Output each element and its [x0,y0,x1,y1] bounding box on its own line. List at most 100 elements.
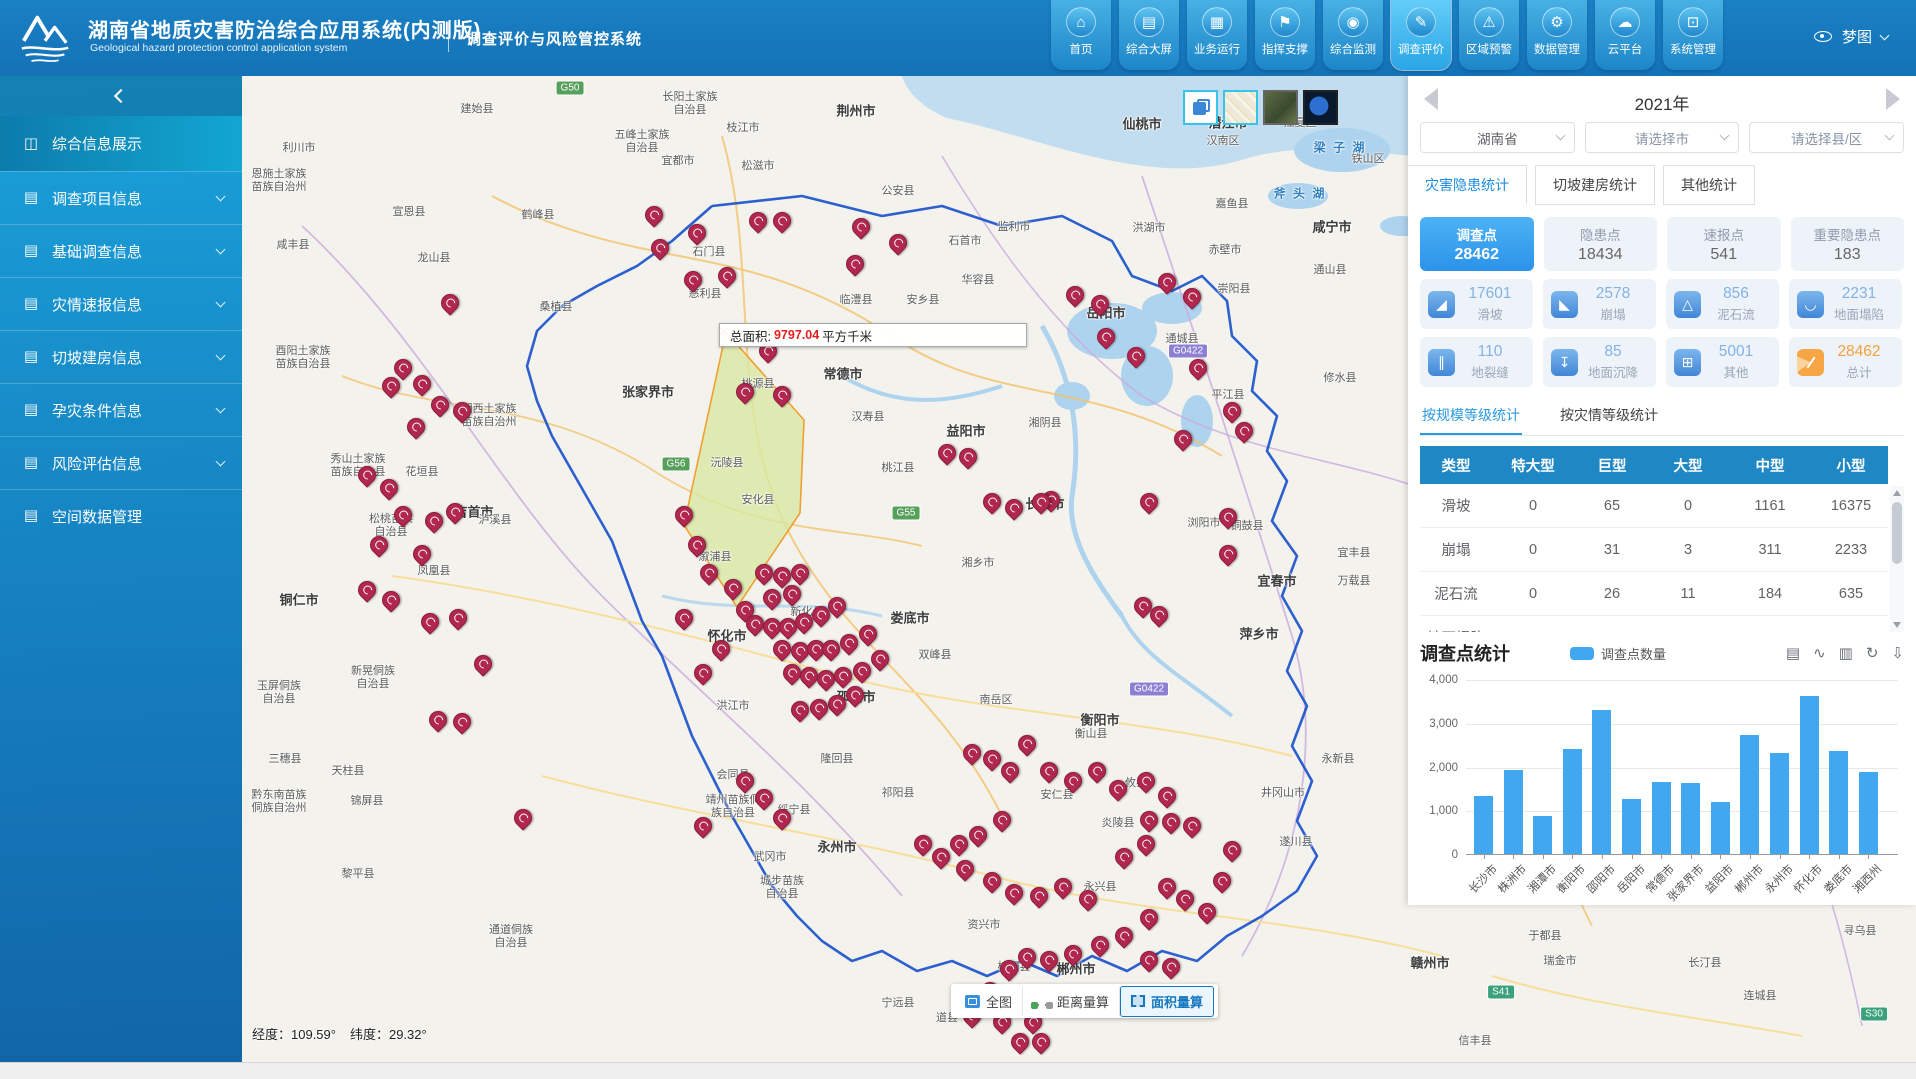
panel-tab-2[interactable]: 其他统计 [1663,165,1755,205]
nav-item-9[interactable]: ⊡ 系统管理 [1663,0,1723,70]
scroll-down-icon[interactable] [1893,622,1901,628]
stat-label: 隐患点 [1544,224,1658,244]
subtab-1[interactable]: 按灾情等级统计 [1558,399,1660,435]
subtab-0[interactable]: 按规模等级统计 [1420,399,1522,435]
hazard-stat-6[interactable]: ⊞ 5001 其他 [1666,337,1779,387]
satellite-basemap-thumbnail[interactable] [1263,90,1298,125]
sidebar-item-0[interactable]: ◫ 综合信息展示 [0,116,242,171]
chevron-down-icon [216,245,226,255]
region-select-0[interactable]: 湖南省 [1420,122,1575,153]
region-selects: 湖南省 请选择市 请选择县/区 [1420,122,1904,153]
chevron-down-icon [1885,131,1895,141]
sidebar-item-6[interactable]: ▤ 风险评估信息 [0,436,242,489]
chart-tool-icon-4[interactable]: ⇩ [1891,644,1904,662]
sidebar-item-5[interactable]: ▤ 孕灾条件信息 [0,383,242,436]
bar-益阳市[interactable] [1711,802,1730,854]
chart-tool-icon-3[interactable]: ↻ [1866,644,1879,662]
nav-item-6[interactable]: ⚠ 区域预警 [1459,0,1519,70]
bar-株洲市[interactable] [1504,770,1523,854]
sidebar-item-label: 风险评估信息 [52,453,142,474]
distance-icon [1033,997,1051,1006]
nav-item-2[interactable]: ▦ 业务运行 [1187,0,1247,70]
region-select-2[interactable]: 请选择县/区 [1749,122,1904,153]
region-select-1[interactable]: 请选择市 [1585,122,1740,153]
table-row-0[interactable]: 滑坡0650116116375 [1420,484,1888,528]
bar-郴州市[interactable] [1740,735,1759,854]
hazard-label: 滑坡 [1455,304,1525,323]
x-tick-label: 娄底市 [1820,861,1856,897]
map-tool-2[interactable]: 面积量算 [1120,986,1214,1017]
bar-衡阳市[interactable] [1563,749,1582,854]
app-header: 湖南省地质灾害防治综合应用系统(内测版) Geological hazard p… [0,0,1916,76]
sidebar-collapse-button[interactable] [0,76,242,116]
bar-张家界市[interactable] [1681,783,1700,854]
sidebar-item-2[interactable]: ▤ 基础调查信息 [0,224,242,277]
bar-长沙市[interactable] [1474,796,1493,854]
y-tick-label: 0 [1452,849,1466,861]
map-tool-1[interactable]: 距离量算 [1023,987,1120,1016]
chart-tool-icon-0[interactable]: ▤ [1786,644,1800,662]
nav-item-4[interactable]: ◉ 综合监测 [1323,0,1383,70]
hazard-stat-4[interactable]: ∥ 110 地裂缝 [1420,337,1533,387]
x-axis-tick [1750,855,1751,859]
sidebar-item-label: 孕灾条件信息 [52,400,142,421]
nav-item-7[interactable]: ⚙ 数据管理 [1527,0,1587,70]
hazard-stat-0[interactable]: ◢ 17601 滑坡 [1420,279,1533,329]
table-scrollbar[interactable] [1890,486,1904,632]
table-header: 类型特大型巨型大型中型小型 [1420,446,1888,484]
chevron-down-icon [216,457,226,467]
menu-grid-icon: ▤ [22,242,40,260]
bar-湘西州[interactable] [1859,772,1878,854]
stat-card-3[interactable]: 重要隐患点 183 [1791,217,1905,271]
scroll-up-icon[interactable] [1893,490,1901,496]
nav-item-5[interactable]: ✎ 调查评价 [1391,0,1451,70]
dashboard-icon: ▤ [1134,7,1164,37]
chart-tool-icon-1[interactable]: ∿ [1813,644,1826,662]
bar-永州市[interactable] [1770,753,1789,854]
table-row-1[interactable]: 崩塌03133112233 [1420,528,1888,572]
bar-娄底市[interactable] [1829,751,1848,854]
layers-button[interactable] [1183,90,1218,125]
sidebar-item-7[interactable]: ▤ 空间数据管理 [0,489,242,542]
chart-legend[interactable]: 调查点数量 [1570,644,1666,663]
bar-怀化市[interactable] [1800,696,1819,854]
nav-item-1[interactable]: ▤ 综合大屏 [1119,0,1179,70]
chart-tool-icon-2[interactable]: ▥ [1839,644,1853,662]
hazard-stat-7[interactable]: 28462 总计 [1789,337,1902,387]
bottom-scrollbar-strip[interactable] [0,1062,1916,1079]
nav-item-8[interactable]: ☁ 云平台 [1595,0,1655,70]
nav-item-label: 业务运行 [1194,41,1240,57]
bar-岳阳市[interactable] [1622,799,1641,854]
bar-常德市[interactable] [1652,782,1671,854]
x-axis-tick [1839,855,1840,859]
stat-card-2[interactable]: 速报点 541 [1667,217,1781,271]
hazard-stat-1[interactable]: ◣ 2578 崩塌 [1543,279,1656,329]
hazard-stat-5[interactable]: ↧ 85 地面沉降 [1543,337,1656,387]
stat-card-1[interactable]: 隐患点 18434 [1544,217,1658,271]
stat-card-0[interactable]: 调查点 28462 [1420,217,1534,271]
sidebar-item-1[interactable]: ▤ 调查项目信息 [0,171,242,224]
next-year-button[interactable] [1886,88,1900,110]
map-tool-0[interactable]: 全图 [955,987,1023,1016]
sidebar-item-4[interactable]: ▤ 切坡建房信息 [0,330,242,383]
hazard-stat-3[interactable]: ◡ 2231 地面塌陷 [1789,279,1902,329]
bar-邵阳市[interactable] [1592,710,1611,854]
table-row-3[interactable]: 地面塌陷07593951752 [1420,616,1888,632]
hazard-stat-2[interactable]: △ 856 泥石流 [1666,279,1779,329]
nav-item-3[interactable]: ⚑ 指挥支撑 [1255,0,1315,70]
chevron-left-icon [114,89,128,103]
user-menu[interactable]: 梦图 [1814,26,1888,47]
panel-tab-0[interactable]: 灾害隐患统计 [1408,165,1527,205]
table-row-2[interactable]: 泥石流02611184635 [1420,572,1888,616]
sidebar-item-3[interactable]: ▤ 灾情速报信息 [0,277,242,330]
scrollbar-thumb[interactable] [1892,502,1902,564]
street-basemap-thumbnail[interactable] [1223,90,1258,125]
table-cell: 滑坡 [1420,484,1492,527]
table-cell: 0 [1650,484,1726,527]
nav-item-0[interactable]: ⌂ 首页 [1051,0,1111,70]
globe-basemap-thumbnail[interactable] [1303,90,1338,125]
panel-tab-1[interactable]: 切坡建房统计 [1535,165,1655,205]
bar-湘潭市[interactable] [1533,816,1552,854]
y-tick-label: 3,000 [1429,718,1466,730]
x-tick-label: 株洲市 [1494,861,1530,897]
